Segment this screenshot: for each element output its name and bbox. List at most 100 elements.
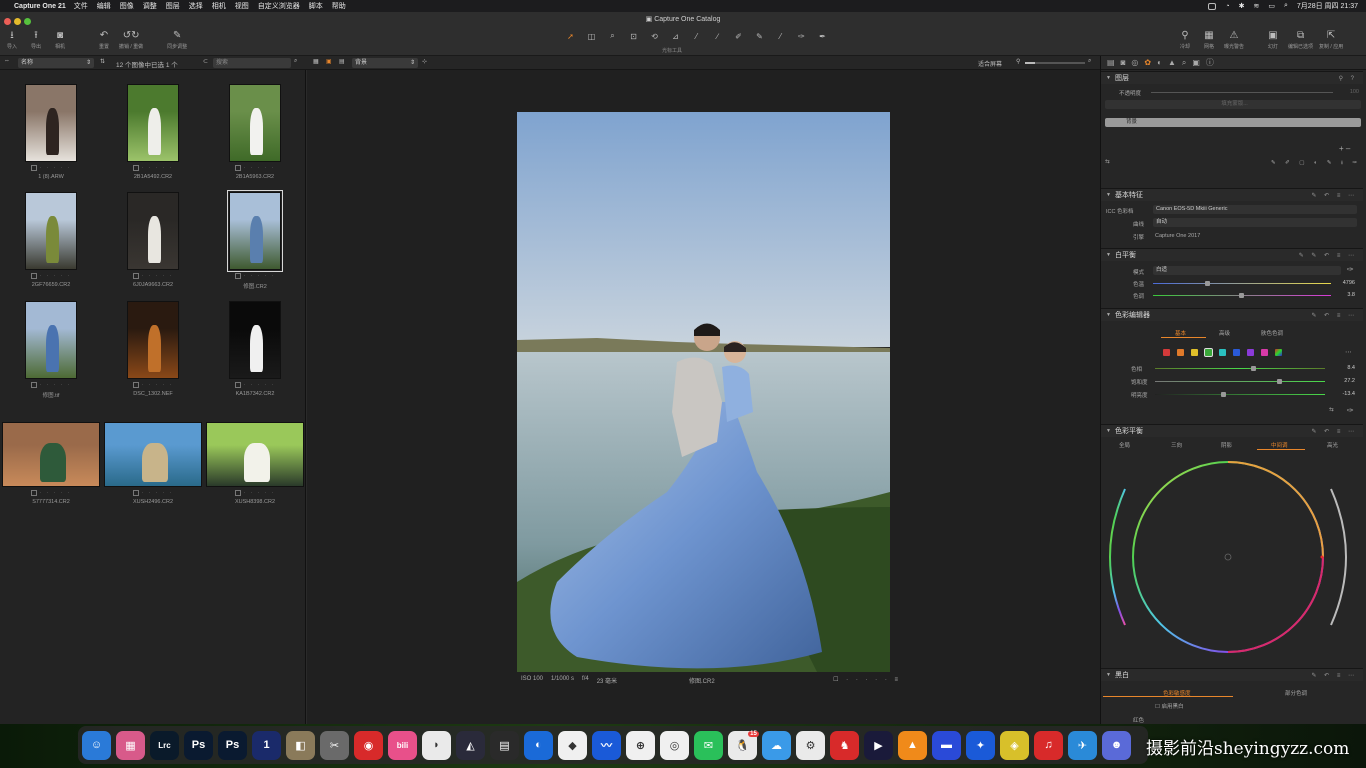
grid-view-icon[interactable]: ▦	[313, 58, 319, 65]
thumbnail-rating[interactable]: · · · · ·	[30, 382, 72, 388]
thumbnail-checkbox[interactable]	[30, 273, 37, 279]
color-editor-header[interactable]: ▼ 色彩编辑器 ✎ ↶ ≡ ⋯	[1101, 309, 1363, 321]
layer-options-icon[interactable]: ⇆	[1105, 159, 1110, 165]
thumbnail-checkbox[interactable]	[30, 382, 37, 388]
right-toolbar-button-2[interactable]: ⚠ 曝光警告	[1224, 30, 1244, 50]
dock-capture-one-icon[interactable]: ◧	[286, 730, 315, 760]
zoom-icon[interactable]: ⚲	[1016, 58, 1020, 65]
right-toolbar-button-3[interactable]: ▣ 幻灯	[1264, 30, 1282, 50]
thumbnail-image[interactable]	[127, 192, 179, 270]
thumbnail-image[interactable]	[25, 84, 77, 162]
thumbnail[interactable]: · · · · · KA1B7342.CR2	[229, 301, 281, 397]
browser-toggle-icon[interactable]: ⇔	[4, 58, 10, 64]
right-toolbar-button-0[interactable]: ⚲ 冷却	[1176, 30, 1194, 50]
lens-tab-icon[interactable]: ◎	[1131, 58, 1138, 67]
thumbnail-checkbox[interactable]	[234, 165, 241, 171]
thumbnail[interactable]: · · · · · 2B1A5963.CR2	[229, 84, 281, 180]
slider-knob[interactable]	[1221, 392, 1226, 397]
color-balance-tab-3[interactable]: 中间调	[1271, 441, 1288, 449]
capture-tab-icon[interactable]: ◙	[1121, 58, 1126, 67]
wb-picker-icon[interactable]: ✑	[1347, 265, 1354, 274]
fill-mask-button[interactable]: 填充蒙版...	[1105, 100, 1361, 109]
wb-mode-select[interactable]: 白适	[1153, 266, 1341, 275]
menu-item-8[interactable]: 自定义浏览器	[258, 3, 300, 10]
dock-vlc-icon[interactable]: ▲	[898, 730, 927, 760]
dock-netease-icon[interactable]: ♫	[1034, 730, 1063, 760]
reset-small-icon[interactable]: ⇆	[1329, 407, 1334, 413]
curve-select[interactable]: 自动	[1153, 218, 1357, 227]
color-swatch[interactable]	[1261, 349, 1268, 356]
cursor-tool-0-icon[interactable]: ➚	[562, 32, 579, 41]
zoom-slider[interactable]	[1025, 62, 1085, 64]
base-header[interactable]: ▼ 基本特征 ✎ ↶ ≡ ⋯	[1101, 189, 1363, 201]
thumbnail-rating[interactable]: · · · · ·	[132, 382, 174, 388]
thumbnail-image[interactable]	[2, 422, 100, 487]
color-balance-header[interactable]: ▼ 色彩平衡 ✎ ↶ ≡ ⋯	[1101, 425, 1363, 437]
color-balance-tab-1[interactable]: 三向	[1171, 441, 1182, 449]
menu-item-10[interactable]: 帮助	[332, 3, 346, 10]
thumbnail-checkbox[interactable]	[132, 273, 139, 279]
dock-preview-icon[interactable]: ✂	[320, 730, 349, 760]
color-editor-slider[interactable]	[1155, 379, 1325, 384]
toolbar-button-4[interactable]: ↺↻ 撤销 / 重做	[119, 30, 143, 50]
thumbnail-rating[interactable]: · · · · ·	[234, 165, 276, 171]
menu-item-3[interactable]: 调整	[143, 3, 157, 10]
output-tab-icon[interactable]: ▣	[1192, 58, 1200, 67]
menu-item-4[interactable]: 图层	[166, 3, 180, 10]
kelvin-slider[interactable]	[1153, 281, 1331, 286]
cursor-tool-10-icon[interactable]: ⁄	[772, 32, 789, 41]
clock[interactable]: 7月28日 周四 21:37	[1297, 1, 1358, 11]
thumbnail[interactable]: · · · · · 2GF76659.CR2	[25, 192, 77, 288]
thumbnail-image[interactable]	[227, 190, 283, 272]
menu-item-5[interactable]: 选择	[189, 3, 203, 10]
tint-slider[interactable]	[1153, 293, 1331, 298]
local-tab-icon[interactable]: ⌕	[1182, 58, 1186, 68]
layout-select[interactable]: 背景 ⇕	[352, 58, 418, 68]
cursor-tool-2-icon[interactable]: ⌕	[604, 31, 621, 41]
cursor-tool-3-icon[interactable]: ⊡	[625, 32, 642, 41]
color-tab-icon[interactable]: ✿	[1144, 58, 1151, 67]
thumbnail-rating[interactable]: · · · · ·	[234, 490, 276, 496]
thumbnail-checkbox[interactable]	[132, 382, 139, 388]
color-editor-tab-1[interactable]: 高级	[1219, 329, 1230, 337]
cursor-tool-4-icon[interactable]: ⟲	[646, 32, 663, 41]
thumbnail-rating[interactable]: · · · · ·	[30, 490, 72, 496]
color-swatch[interactable]	[1219, 349, 1226, 356]
dock-people-icon[interactable]: ☻	[1102, 730, 1131, 760]
dock-lemon-icon[interactable]: ◈	[1000, 730, 1029, 760]
library-tab-icon[interactable]: ▤	[1107, 58, 1115, 67]
dock-qq-icon[interactable]: 🐧 15	[728, 730, 759, 760]
dock-rooster-icon[interactable]: ♞	[830, 730, 859, 760]
thumbnail[interactable]: · · · · · 6J0JA9663.CR2	[127, 192, 179, 288]
screen-icon[interactable]	[1208, 2, 1217, 10]
dock-feishu-icon[interactable]: ✈	[1068, 730, 1097, 760]
thumbnail-rating[interactable]: · · · · ·	[132, 165, 174, 171]
dock-keynote-icon[interactable]: ▬	[932, 730, 961, 760]
right-toolbar-button-1[interactable]: ▦ 网格	[1200, 30, 1218, 50]
right-toolbar-button-4[interactable]: ⧉ 编辑已选项	[1288, 30, 1313, 50]
cursor-tool-9-icon[interactable]: ✎	[751, 32, 768, 41]
menu-item-0[interactable]: 文件	[74, 3, 88, 10]
toolbar-button-2[interactable]: ◙ 相机	[51, 30, 69, 50]
search-input[interactable]: 搜索	[213, 58, 291, 68]
dock-baidu-icon[interactable]: 〰	[592, 730, 621, 760]
color-balance-tab-4[interactable]: 高光	[1327, 441, 1338, 449]
filmstrip-view-icon[interactable]: ▤	[339, 58, 345, 65]
fit-screen-label[interactable]: 适合屏幕	[978, 59, 1002, 68]
dock-copilot-icon[interactable]: ◗	[422, 730, 451, 760]
bluetooth-icon[interactable]: ✱	[1239, 2, 1245, 10]
dock-photoshop-icon[interactable]: Ps	[184, 730, 213, 760]
color-swatch[interactable]	[1233, 349, 1240, 356]
dock-weather-icon[interactable]: ☁	[762, 730, 791, 760]
bw-enable-checkbox[interactable]: ☐ 启用黑白	[1155, 702, 1183, 710]
toolbar-button-0[interactable]: ⭳ 导入	[3, 30, 21, 50]
dock-compass-icon[interactable]: ✦	[966, 730, 995, 760]
zoom-search-icon[interactable]: ⌕	[1088, 58, 1091, 65]
thumbnail-rating[interactable]: · · · · ·	[234, 382, 276, 388]
thumbnail[interactable]: · · · · · 1 (8).ARW	[25, 84, 77, 180]
toolbar-button-5[interactable]: ✎ 同步调整	[167, 30, 187, 50]
dock-launchpad-icon[interactable]: ▦	[116, 730, 145, 760]
menu-item-6[interactable]: 相机	[212, 3, 226, 10]
color-swatch-multi[interactable]	[1275, 349, 1282, 356]
color-swatch[interactable]	[1177, 349, 1184, 356]
